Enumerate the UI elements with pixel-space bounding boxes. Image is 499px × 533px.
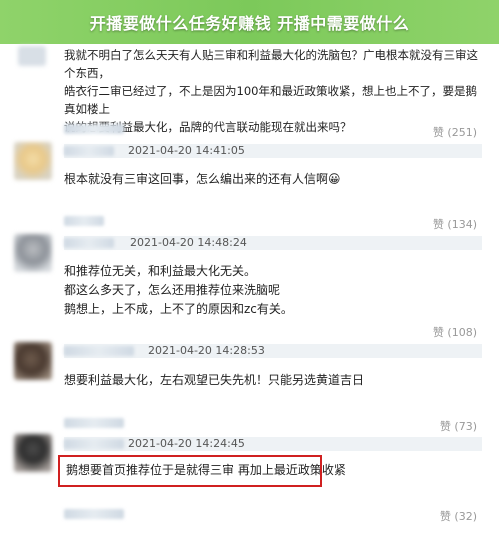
comment-line: 想要利益最大化，左右观望已失先机！只能另选黄道吉日: [64, 373, 365, 387]
timestamp: 2021-04-20 14:48:24: [130, 236, 247, 249]
comment-header: [64, 437, 482, 451]
like-count: 赞 (32): [439, 510, 477, 523]
comment-line: 和推荐位无关，和利益最大化无关。: [64, 264, 257, 278]
comment-line: 鹅想上，上不成，上不了的原因和zc有关。: [64, 302, 293, 316]
like-count: 赞 (134): [432, 218, 477, 231]
comment-header: [64, 236, 482, 250]
comment-text: 我就不明白了怎么天天有人贴三审和利益最大化的洗脑包？广电根本就没有三审这个东西，…: [64, 46, 484, 136]
comment-line: 都这么多天了，怎么还用推荐位来洗脑呢: [64, 283, 281, 297]
avatar: [14, 434, 52, 472]
avatar: [14, 234, 52, 272]
username-blurred: [64, 216, 104, 226]
username-blurred: [64, 509, 124, 519]
avatar: [18, 46, 46, 66]
like-button[interactable]: 赞 (108): [433, 324, 477, 340]
like-button[interactable]: 赞 (251): [433, 124, 477, 140]
timestamp: 2021-04-20 14:28:53: [148, 344, 265, 357]
like-count: 赞 (108): [432, 326, 477, 339]
highlight-box: [58, 455, 322, 487]
username-blurred: [64, 124, 124, 134]
comment-line: 说的想要利益最大化，品牌的代言联动能现在就出来吗？: [64, 120, 352, 134]
comment-line: 皓衣行二审已经过了，不上是因为100年和最近政策收紧，想上也上不了，要是鹅真如楼…: [64, 84, 477, 116]
comment-line: 根本就没有三审这回事，怎么编出来的还有人信啊😀: [64, 172, 341, 186]
timestamp: 2021-04-20 14:24:45: [128, 437, 245, 450]
banner-title: 开播要做什么任务好赚钱 开播中需要做什么: [89, 14, 410, 33]
timestamp: 2021-04-20 14:41:05: [128, 144, 245, 157]
comment-line: 我就不明白了怎么天天有人贴三审和利益最大化的洗脑包？广电根本就没有三审这个东西，: [64, 48, 478, 80]
username-blurred: [64, 418, 124, 428]
username-blurred: [64, 439, 124, 449]
like-button[interactable]: 赞 (73): [440, 418, 477, 434]
title-banner: 开播要做什么任务好赚钱 开播中需要做什么: [0, 0, 499, 44]
comment-header: [64, 144, 482, 158]
avatar: [14, 342, 52, 380]
username-blurred: [64, 146, 114, 156]
like-button[interactable]: 赞 (134): [433, 216, 477, 232]
like-count: 赞 (73): [439, 420, 477, 433]
username-blurred: [64, 238, 114, 248]
comment-text: 和推荐位无关，和利益最大化无关。 都这么多天了，怎么还用推荐位来洗脑呢 鹅想上，…: [64, 262, 484, 319]
username-blurred: [64, 346, 134, 356]
like-button[interactable]: 赞 (32): [440, 508, 477, 524]
comment-text: 想要利益最大化，左右观望已失先机！只能另选黄道吉日: [64, 371, 484, 390]
avatar: [14, 142, 52, 180]
like-count: 赞 (251): [432, 126, 477, 139]
comment-text: 根本就没有三审这回事，怎么编出来的还有人信啊😀: [64, 170, 484, 189]
